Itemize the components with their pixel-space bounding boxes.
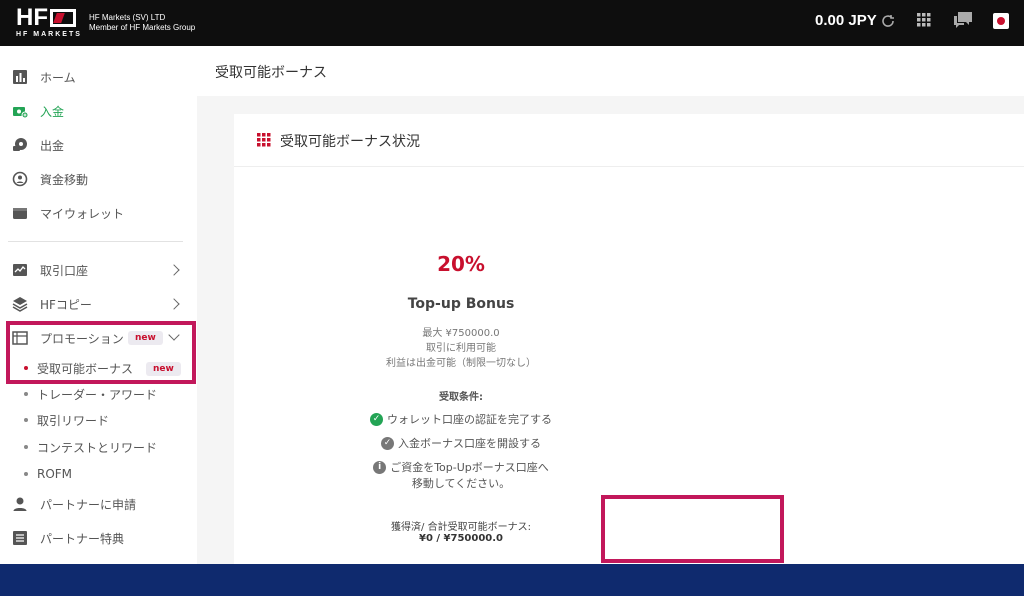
japan-flag-icon[interactable] (993, 13, 1009, 29)
logo-text: HF (16, 4, 48, 31)
company-line2: Member of HF Markets Group (89, 23, 196, 32)
hfm-logo[interactable]: HF HF MARKETS (16, 4, 82, 39)
logo-m-mark (50, 9, 76, 27)
footer-bar (0, 564, 1024, 596)
condition-text: ご資金をTop-Upボーナス口座へ (390, 461, 549, 474)
bonus-percent: 20% (437, 252, 485, 276)
logo-subtitle: HF MARKETS (16, 31, 82, 38)
condition-item: ✓ 入金ボーナス口座を開設する (0, 435, 922, 451)
condition-item: i ご資金をTop-Upボーナス口座へ (0, 459, 922, 475)
condition-item: ✓ ウォレット口座の認証を完了する (0, 411, 922, 427)
bonus-detail-withdraw: 利益は出金可能（制限一切なし） (386, 358, 536, 369)
condition-text: 入金ボーナス口座を開設する (398, 437, 541, 450)
bonus-detail-trading: 取引に利用可能 (426, 343, 496, 354)
condition-text: ウォレット口座の認証を完了する (387, 413, 552, 426)
chat-icon[interactable] (953, 11, 973, 29)
page-title: 受取可能ボーナス (215, 65, 327, 81)
check-circle-icon: ✓ (370, 412, 383, 426)
conditions-title: 受取条件: (439, 392, 483, 403)
check-circle-icon: ✓ (381, 436, 394, 450)
bonus-content: 20% Top-up Bonus 最大 ¥750000.0 取引に利用可能 利益… (0, 114, 922, 564)
sidebar-item-home[interactable]: ホーム (0, 60, 197, 94)
top-bar: HF HF MARKETS HF Markets (SV) LTD Member… (0, 0, 1024, 46)
apps-grid-icon[interactable] (917, 13, 931, 27)
company-line1: HF Markets (SV) LTD (89, 13, 166, 22)
account-balance: 0.00 JPY (815, 12, 877, 29)
page-header: 受取可能ボーナス (197, 46, 1024, 96)
sidebar-item-label: ホーム (40, 70, 76, 85)
info-circle-icon: i (373, 460, 387, 474)
bonus-detail-max: 最大 ¥750000.0 (422, 328, 500, 339)
refresh-icon[interactable] (880, 13, 896, 29)
bonus-name: Top-up Bonus (407, 296, 515, 312)
condition-text-continued: 移動してください。 (411, 477, 511, 490)
earned-highlight-box (601, 495, 784, 563)
bar-chart-icon (13, 70, 27, 84)
company-info: HF Markets (SV) LTD Member of HF Markets… (89, 13, 195, 33)
